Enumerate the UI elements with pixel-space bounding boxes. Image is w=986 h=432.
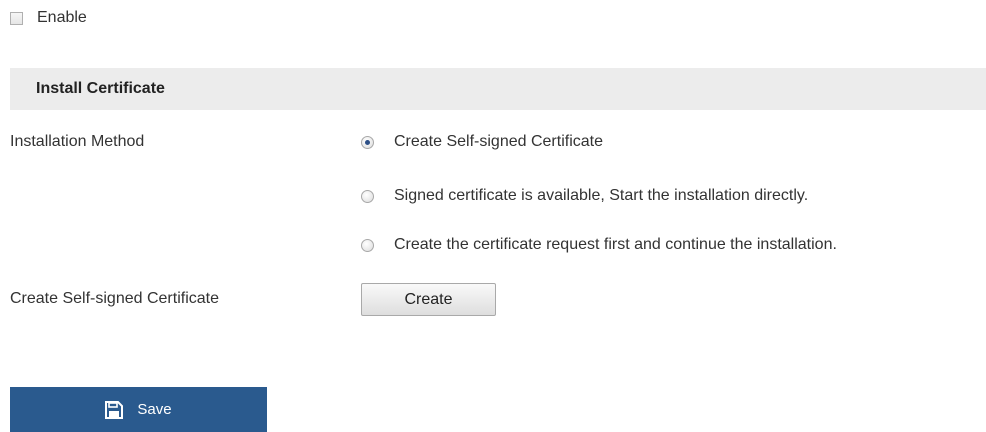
radio-label-self-signed: Create Self-signed Certificate (394, 133, 603, 150)
radio-button-request-first[interactable] (361, 238, 374, 252)
radio-selected-dot (365, 139, 370, 145)
radio-option-request-first[interactable]: Create the certificate request first and… (361, 236, 837, 254)
floppy-disk-icon (105, 400, 124, 419)
radio-option-signed-available[interactable]: Signed certificate is available, Start t… (361, 187, 808, 205)
radio-option-self-signed[interactable]: Create Self-signed Certificate (361, 133, 603, 151)
installation-method-label: Installation Method (10, 133, 145, 150)
enable-label: Enable (37, 9, 87, 26)
create-button[interactable]: Create (361, 283, 496, 316)
save-label: Save (137, 401, 172, 418)
radio-button-self-signed[interactable] (361, 135, 374, 149)
create-self-signed-label: Create Self-signed Certificate (10, 290, 219, 307)
https-settings-page: Enable Install Certificate Installation … (0, 0, 986, 432)
enable-row: Enable (10, 9, 87, 27)
radio-label-signed-available: Signed certificate is available, Start t… (394, 187, 809, 204)
install-certificate-header: Install Certificate (10, 68, 986, 110)
radio-label-request-first: Create the certificate request first and… (394, 236, 837, 253)
radio-button-signed-available[interactable] (361, 189, 374, 203)
save-button[interactable]: Save (10, 387, 267, 432)
enable-checkbox[interactable] (10, 11, 23, 25)
section-title: Install Certificate (36, 80, 165, 97)
